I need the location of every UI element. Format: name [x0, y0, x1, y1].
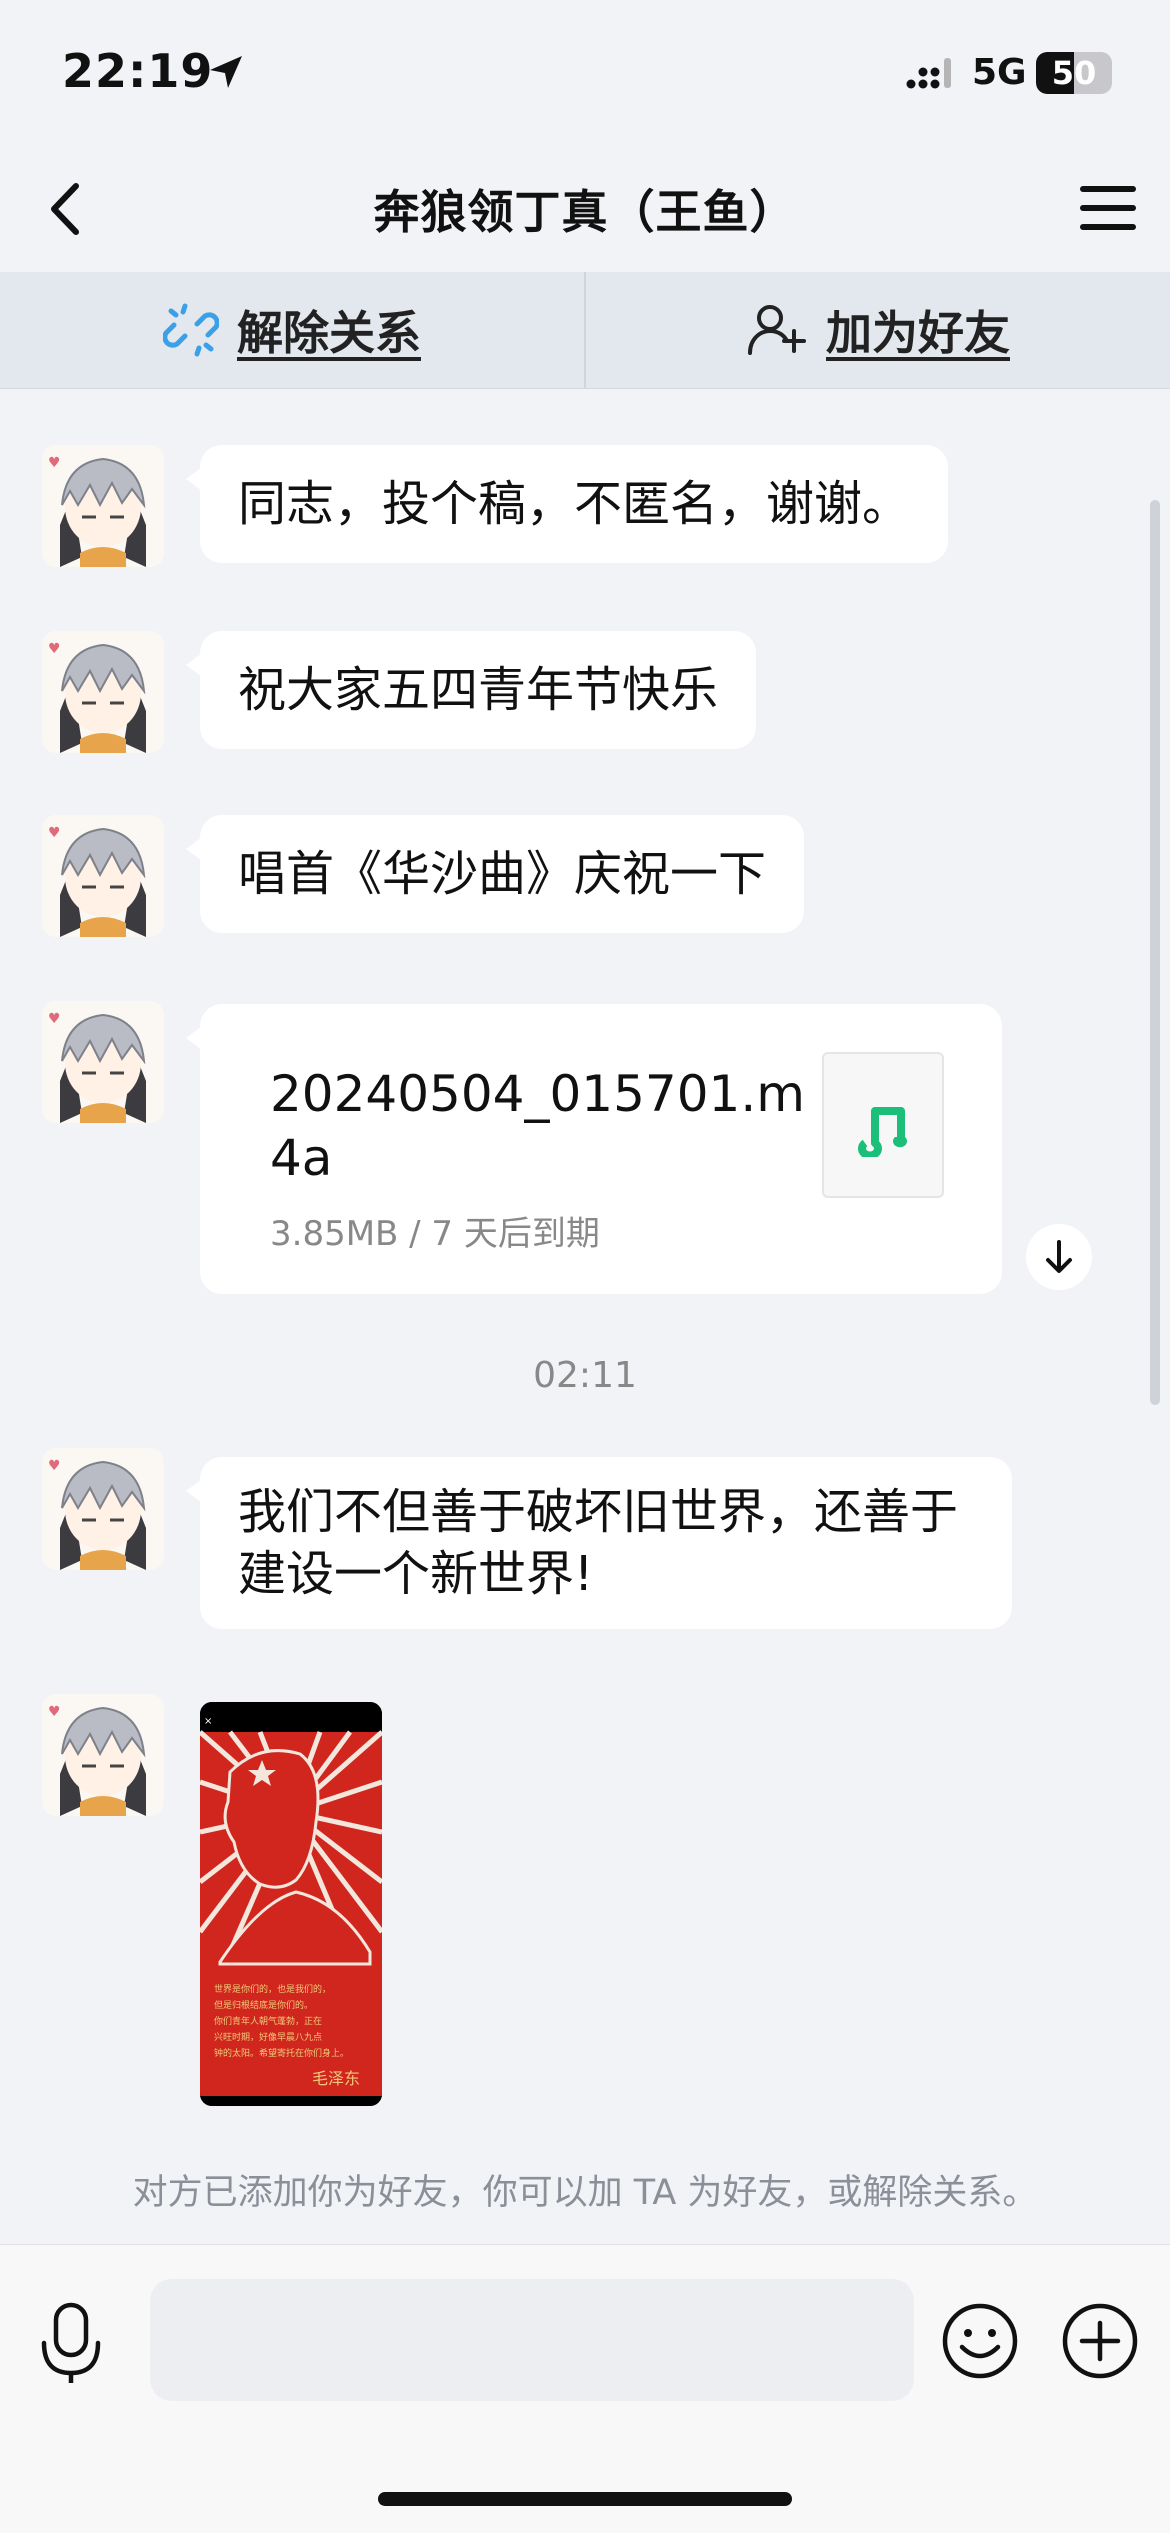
- svg-text:♥: ♥: [48, 1011, 61, 1027]
- avatar-image: ♥: [42, 1001, 164, 1123]
- unlink-icon: [163, 303, 219, 357]
- avatar-image: ♥: [42, 1448, 164, 1570]
- avatar-image: ♥: [42, 631, 164, 753]
- nav-bar: 奔狼领丁真（王鱼）: [0, 150, 1170, 272]
- friend-notice: 对方已添加你为好友，你可以加 TA 为好友，或解除关系。: [132, 2173, 1038, 2213]
- message-bubble[interactable]: 唱首《华沙曲》庆祝一下: [185, 815, 805, 933]
- file-name: 20240504_015701.m4a: [270, 1065, 805, 1187]
- avatar[interactable]: ♥: [42, 1448, 164, 1570]
- avatar[interactable]: ♥: [42, 1694, 164, 1816]
- relation-bar: 解除关系 加为好友: [0, 272, 1170, 389]
- svg-text:兴旺时期，好像早晨八九点: 兴旺时期，好像早晨八九点: [214, 2031, 322, 2043]
- add-friend-button[interactable]: 加为好友: [586, 272, 1170, 388]
- avatar[interactable]: ♥: [42, 631, 164, 753]
- chat-title: 奔狼领丁真（王鱼）: [373, 185, 797, 239]
- avatar[interactable]: ♥: [42, 815, 164, 937]
- svg-text:♥: ♥: [48, 825, 61, 841]
- file-meta: 3.85MB / 7 天后到期: [270, 1214, 600, 1254]
- avatar-image: ♥: [42, 445, 164, 567]
- svg-text:♥: ♥: [48, 1458, 61, 1474]
- svg-text:但是归根结底是你们的。: 但是归根结底是你们的。: [214, 1999, 313, 2011]
- signal-icon: [906, 58, 951, 89]
- poster-signature: 毛泽东: [312, 2069, 360, 2088]
- home-indicator[interactable]: [378, 2492, 792, 2506]
- battery-icon: 50: [1036, 52, 1112, 94]
- message-input[interactable]: [150, 2279, 914, 2401]
- input-bar: [0, 2244, 1170, 2533]
- status-time: 22:19: [62, 44, 214, 98]
- battery-level: 50: [1051, 54, 1097, 92]
- message-bubble[interactable]: 我们不但善于破坏旧世界，还善于建设一个新世界!: [186, 1457, 1012, 1629]
- unlink-button[interactable]: 解除关系: [0, 272, 584, 388]
- avatar-image: ♥: [42, 1694, 164, 1816]
- message-bubble[interactable]: 同志，投个稿，不匿名，谢谢。: [185, 445, 949, 563]
- file-message[interactable]: 20240504_015701.m4a 3.85MB / 7 天后到期: [186, 1004, 1002, 1294]
- avatar-image: ♥: [42, 815, 164, 937]
- music-file-icon: [822, 1052, 944, 1198]
- menu-icon[interactable]: [1076, 178, 1140, 238]
- voice-icon[interactable]: [36, 2301, 106, 2385]
- avatar[interactable]: ♥: [42, 1001, 164, 1123]
- add-friend-label: 加为好友: [826, 306, 1010, 360]
- svg-text:♥: ♥: [48, 1704, 61, 1720]
- svg-text:钟的太阳。希望寄托在你们身上。: 钟的太阳。希望寄托在你们身上。: [214, 2047, 349, 2059]
- timestamp: 02:11: [533, 1355, 637, 1396]
- svg-text:×: ×: [204, 1716, 212, 1727]
- svg-text:♥: ♥: [48, 455, 61, 471]
- svg-text:♥: ♥: [48, 641, 61, 657]
- message-bubble[interactable]: 祝大家五四青年节快乐: [185, 631, 757, 749]
- chat-area[interactable]: ♥ 同志，投个稿，不匿名，谢谢。 ♥ 祝大家五四青年节快乐 ♥ 唱首《华沙曲》庆…: [0, 389, 1170, 2242]
- svg-text:世界是你们的，也是我们的，: 世界是你们的，也是我们的，: [214, 1983, 331, 1995]
- download-icon: [1046, 1240, 1072, 1273]
- emoji-icon[interactable]: [940, 2301, 1020, 2381]
- download-button[interactable]: [1026, 1224, 1092, 1290]
- poster-image: 世界是你们的，也是我们的， 但是归根结底是你们的。 你们青年人朝气蓬勃，正在 兴…: [200, 1702, 382, 2106]
- network-type: 5G: [972, 52, 1027, 93]
- status-bar: 22:19 5G 50: [0, 0, 1170, 150]
- add-friend-icon: [748, 305, 806, 355]
- image-message[interactable]: 世界是你们的，也是我们的， 但是归根结底是你们的。 你们青年人朝气蓬勃，正在 兴…: [200, 1702, 382, 2106]
- svg-text:你们青年人朝气蓬勃，正在: 你们青年人朝气蓬勃，正在: [214, 2015, 322, 2027]
- unlink-label: 解除关系: [237, 306, 421, 360]
- plus-icon[interactable]: [1060, 2301, 1140, 2381]
- scrollbar[interactable]: [1150, 500, 1160, 1405]
- avatar[interactable]: ♥: [42, 445, 164, 567]
- location-arrow-icon: [210, 56, 242, 88]
